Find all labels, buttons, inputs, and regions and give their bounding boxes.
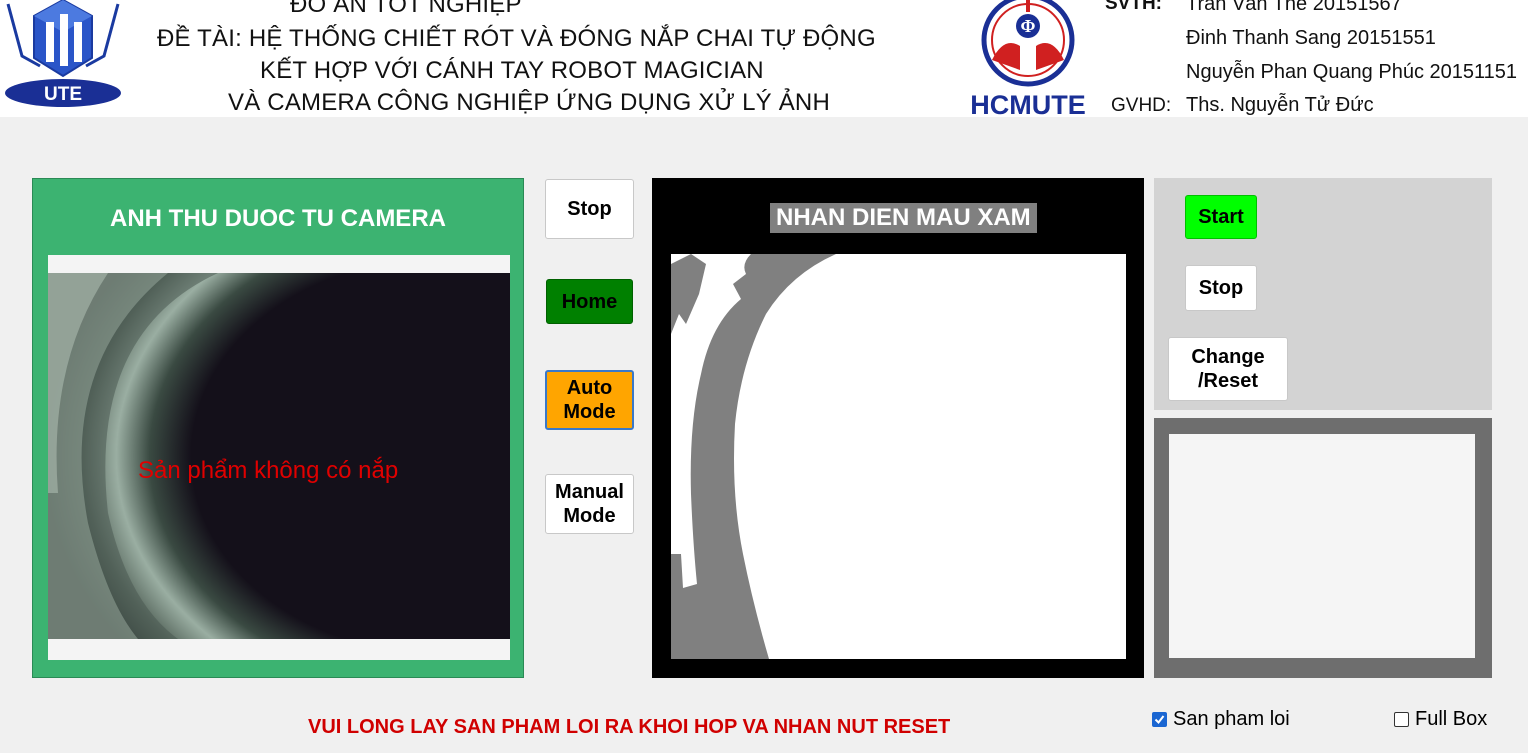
checkbox-unchecked-icon[interactable] bbox=[1394, 712, 1409, 727]
student-1: Trần Văn Thế 20151567 bbox=[1186, 0, 1402, 15]
change-reset-label-2: /Reset bbox=[1197, 370, 1259, 392]
home-button-label: Home bbox=[561, 290, 618, 313]
hcmute-logo-text: HCMUTE bbox=[970, 90, 1086, 120]
defective-product-checkbox[interactable]: San pham loi bbox=[1152, 708, 1290, 731]
manual-mode-button[interactable]: Manual Mode bbox=[545, 474, 634, 534]
gray-detection-image bbox=[671, 254, 1126, 659]
auto-mode-button[interactable]: Auto Mode bbox=[545, 370, 634, 430]
status-frame bbox=[1154, 418, 1492, 678]
title-line-1: ĐỒ ÁN TỐT NGHIỆP bbox=[290, 0, 522, 18]
ute-logo-text: UTE bbox=[44, 84, 82, 105]
camera-result-message: Sản phẩm không có nắp bbox=[138, 457, 399, 484]
camera-panel-title: ANH THU DUOC TU CAMERA bbox=[110, 205, 446, 232]
camera-picture-box: Sản phẩm không có nắp bbox=[48, 255, 510, 660]
control-stop-button-label: Stop bbox=[1198, 277, 1244, 299]
auto-mode-label-1: Auto bbox=[566, 377, 613, 399]
change-reset-button[interactable]: Change /Reset bbox=[1168, 337, 1288, 401]
control-stop-button[interactable]: Stop bbox=[1185, 265, 1257, 311]
hcmute-logo: Φ HCMUTE bbox=[970, 0, 1086, 120]
camera-image: Sản phẩm không có nắp bbox=[48, 273, 510, 639]
warning-message: VUI LONG LAY SAN PHAM LOI RA KHOI HOP VA… bbox=[308, 716, 951, 738]
gray-detection-panel: NHAN DIEN MAU XAM bbox=[652, 178, 1144, 678]
change-reset-label-1: Change bbox=[1191, 346, 1265, 368]
home-button[interactable]: Home bbox=[546, 279, 633, 324]
advisor-name: Ths. Nguyễn Tử Đức bbox=[1186, 94, 1374, 116]
svg-text:Φ: Φ bbox=[1021, 16, 1036, 36]
svth-label: SVTH: bbox=[1105, 0, 1162, 14]
checkbox-checked-icon[interactable] bbox=[1152, 712, 1167, 727]
stop-button-label: Stop bbox=[567, 198, 612, 220]
gvhd-label: GVHD: bbox=[1111, 95, 1172, 116]
full-box-checkbox[interactable]: Full Box bbox=[1394, 708, 1487, 731]
header-banner: UTE ĐỒ ÁN TỐT NGHIỆP ĐỀ TÀI: HỆ THỐNG CH… bbox=[0, 0, 1528, 120]
ute-logo: UTE bbox=[5, 0, 121, 107]
manual-mode-label-2: Mode bbox=[563, 505, 616, 527]
status-display bbox=[1169, 434, 1475, 658]
control-panel: Start Stop Change /Reset bbox=[1154, 178, 1492, 410]
title-line-3: KẾT HỢP VỚI CÁNH TAY ROBOT MAGICIAN bbox=[260, 57, 764, 84]
stop-button[interactable]: Stop bbox=[545, 179, 634, 239]
student-3: Nguyễn Phan Quang Phúc 20151151 bbox=[1186, 61, 1518, 83]
gray-detection-title: NHAN DIEN MAU XAM bbox=[770, 203, 1037, 233]
title-line-4: VÀ CAMERA CÔNG NGHIỆP ỨNG DỤNG XỬ LÝ ẢNH bbox=[228, 89, 830, 116]
camera-panel: ANH THU DUOC TU CAMERA Sản phẩm không có… bbox=[32, 178, 524, 678]
auto-mode-label-2: Mode bbox=[563, 401, 616, 423]
manual-mode-label-1: Manual bbox=[555, 481, 624, 503]
start-button[interactable]: Start bbox=[1185, 195, 1257, 239]
full-box-label: Full Box bbox=[1415, 708, 1488, 730]
title-line-2: ĐỀ TÀI: HỆ THỐNG CHIẾT RÓT VÀ ĐÓNG NẮP C… bbox=[157, 25, 876, 52]
defective-product-label: San pham loi bbox=[1173, 708, 1290, 730]
start-button-label: Start bbox=[1198, 206, 1244, 228]
student-2: Đinh Thanh Sang 20151551 bbox=[1186, 27, 1436, 49]
